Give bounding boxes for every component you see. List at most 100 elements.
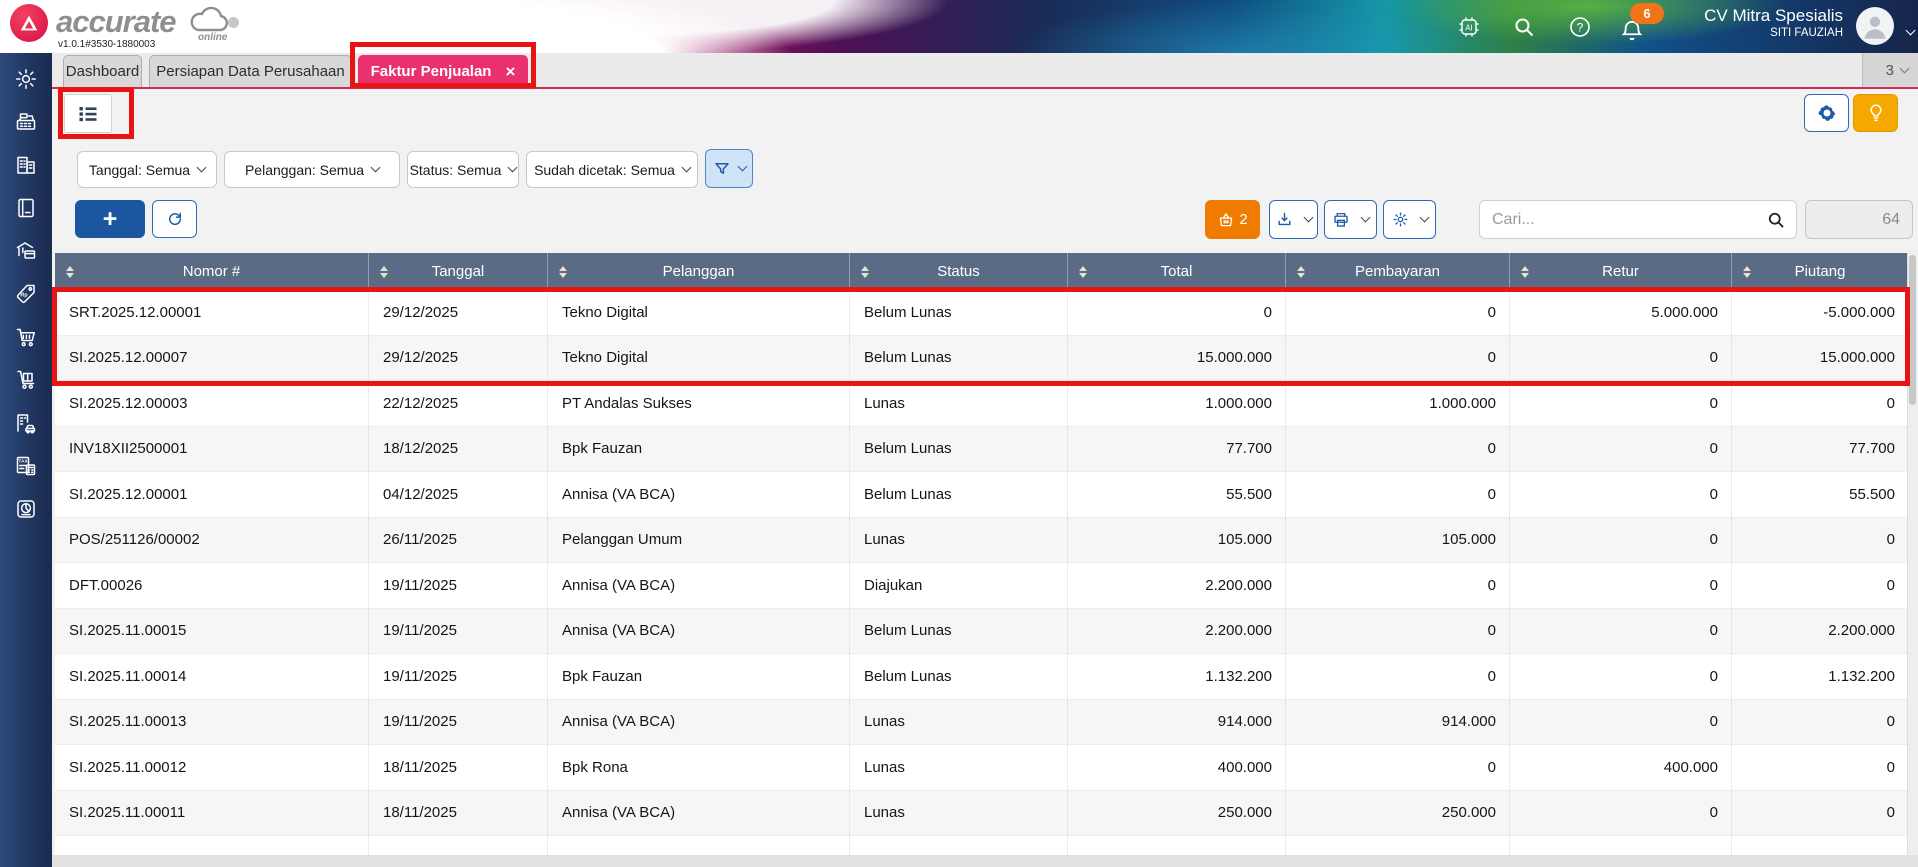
table-row[interactable]: SI.2025.12.00003 22/12/2025 PT Andalas S… <box>55 381 1908 427</box>
cell-nomor[interactable]: SI.2025.11.00012 <box>55 745 368 790</box>
cell-status[interactable]: Diajukan <box>849 563 1067 608</box>
cell-pembayaran[interactable]: 105.000 <box>1285 517 1509 562</box>
cell-retur[interactable]: 0 <box>1509 654 1731 699</box>
refresh-button[interactable] <box>152 200 197 238</box>
cell-tanggal[interactable]: 19/11/2025 <box>368 608 547 653</box>
cell-total[interactable]: 0 <box>1067 290 1285 335</box>
cell-piutang[interactable]: 0 <box>1731 745 1908 790</box>
cell-nomor[interactable]: SI.2025.12.00001 <box>55 472 368 517</box>
cell-pelanggan[interactable]: Bpk Rona <box>547 745 849 790</box>
sidebar-item-tax[interactable]: TAX <box>13 454 39 478</box>
cell-nomor[interactable]: SI.2025.12.00007 <box>55 336 368 381</box>
cell-piutang[interactable]: 55.500 <box>1731 472 1908 517</box>
scrollbar-thumb[interactable] <box>1909 255 1916 405</box>
tips-button[interactable] <box>1853 94 1898 132</box>
sidebar-item-report[interactable] <box>13 497 39 521</box>
table-row[interactable]: INV18XII2500001 18/12/2025 Bpk Fauzan Be… <box>55 426 1908 472</box>
sidebar-item-inventory[interactable] <box>13 368 39 392</box>
cell-nomor[interactable]: SI.2025.11.00015 <box>55 609 368 654</box>
cell-status[interactable]: Belum Lunas <box>849 335 1067 380</box>
cell-pembayaran[interactable]: 914.000 <box>1285 699 1509 744</box>
search-icon[interactable] <box>1766 210 1786 230</box>
sort-icon[interactable] <box>1079 265 1087 278</box>
sidebar-item-company[interactable] <box>13 153 39 177</box>
cell-status[interactable]: Lunas <box>849 790 1067 835</box>
cell-status[interactable]: Lunas <box>849 745 1067 790</box>
cell-retur[interactable]: 400.000 <box>1509 745 1731 790</box>
cell-status[interactable]: Lunas <box>849 699 1067 744</box>
cell-tanggal[interactable]: 29/12/2025 <box>368 335 547 380</box>
cell-piutang[interactable]: 0 <box>1731 563 1908 608</box>
cell-total[interactable]: 1.000.000 <box>1067 381 1285 426</box>
cell-pembayaran[interactable]: 1.000.000 <box>1285 381 1509 426</box>
sidebar-item-cash-bank[interactable] <box>13 239 39 263</box>
download-button[interactable] <box>1269 200 1318 239</box>
cell-status[interactable]: Belum Lunas <box>849 290 1067 335</box>
sidebar-item-ledger[interactable] <box>13 196 39 220</box>
cell-pelanggan[interactable]: Annisa (VA BCA) <box>547 608 849 653</box>
table-row[interactable]: SI.2025.12.00001 04/12/2025 Annisa (VA B… <box>55 472 1908 518</box>
cell-total[interactable]: 15.000.000 <box>1067 335 1285 380</box>
tab-persiapan-data-perusahaan[interactable]: Persiapan Data Perusahaan <box>149 55 352 87</box>
cell-status[interactable]: Belum Lunas <box>849 426 1067 471</box>
global-search-icon[interactable] <box>1510 13 1538 41</box>
cell-pembayaran[interactable]: 0 <box>1285 290 1509 335</box>
table-row[interactable]: SI.2025.11.00014 19/11/2025 Bpk Fauzan B… <box>55 654 1908 700</box>
advanced-filter-button[interactable] <box>705 149 753 188</box>
tab-faktur-penjualan[interactable]: Faktur Penjualan × <box>358 55 528 87</box>
cell-retur[interactable]: 0 <box>1509 517 1731 562</box>
notification-count-badge[interactable]: 6 <box>1630 3 1664 24</box>
cell-pembayaran[interactable]: 250.000 <box>1285 790 1509 835</box>
cell-piutang[interactable]: 0 <box>1731 517 1908 562</box>
cell-pembayaran[interactable]: 0 <box>1285 745 1509 790</box>
column-header[interactable]: Pembayaran <box>1285 253 1509 290</box>
table-row[interactable]: SRT.2025.12.00001 29/12/2025 Tekno Digit… <box>55 290 1908 336</box>
sort-icon[interactable] <box>1297 265 1305 278</box>
cell-tanggal[interactable]: 19/11/2025 <box>368 563 547 608</box>
column-header[interactable]: Total <box>1067 253 1285 290</box>
tab-overflow-count[interactable]: 3 <box>1862 53 1918 87</box>
account-chevron-down-icon[interactable] <box>1899 21 1916 39</box>
cell-pelanggan[interactable]: Bpk Fauzan <box>547 426 849 471</box>
sort-icon[interactable] <box>559 265 567 278</box>
filter-printed-dropdown[interactable]: Sudah dicetak: Semua <box>526 151 698 188</box>
table-row[interactable]: SI.2025.11.00015 19/11/2025 Annisa (VA B… <box>55 608 1908 654</box>
cell-nomor[interactable]: SRT.2025.12.00001 <box>55 290 368 335</box>
cell-pelanggan[interactable]: Annisa (VA BCA) <box>547 699 849 744</box>
cell-piutang[interactable]: 77.700 <box>1731 426 1908 471</box>
cell-total[interactable]: 105.000 <box>1067 517 1285 562</box>
cell-tanggal[interactable]: 18/11/2025 <box>368 790 547 835</box>
cell-tanggal[interactable]: 29/12/2025 <box>368 290 547 335</box>
cell-retur[interactable]: 0 <box>1509 472 1731 517</box>
cell-tanggal[interactable]: 26/11/2025 <box>368 517 547 562</box>
sort-icon[interactable] <box>66 265 74 278</box>
filter-date-dropdown[interactable]: Tanggal: Semua <box>77 151 217 188</box>
cell-pelanggan[interactable]: PT Andalas Sukses <box>547 381 849 426</box>
cell-pelanggan[interactable]: Annisa (VA BCA) <box>547 563 849 608</box>
cell-pembayaran[interactable]: 0 <box>1285 472 1509 517</box>
sort-icon[interactable] <box>380 265 388 278</box>
cell-status[interactable]: Belum Lunas <box>849 654 1067 699</box>
cell-pembayaran[interactable]: 0 <box>1285 654 1509 699</box>
cell-retur[interactable]: 0 <box>1509 563 1731 608</box>
cell-status[interactable]: Lunas <box>849 517 1067 562</box>
search-input[interactable] <box>1480 210 1766 229</box>
table-settings-button[interactable] <box>1383 200 1436 239</box>
cell-pelanggan[interactable]: Annisa (VA BCA) <box>547 790 849 835</box>
cell-retur[interactable]: 0 <box>1509 381 1731 426</box>
cell-total[interactable]: 400.000 <box>1067 745 1285 790</box>
cell-nomor[interactable]: SI.2025.11.00013 <box>55 700 368 745</box>
cell-tanggal[interactable]: 22/12/2025 <box>368 381 547 426</box>
cell-piutang[interactable]: 2.200.000 <box>1731 608 1908 653</box>
cell-pelanggan[interactable]: Annisa (VA BCA) <box>547 472 849 517</box>
cell-retur[interactable]: 5.000.000 <box>1509 290 1731 335</box>
table-row[interactable]: SI.2025.11.00011 18/11/2025 Annisa (VA B… <box>55 790 1908 836</box>
sort-icon[interactable] <box>1521 265 1529 278</box>
filter-customer-dropdown[interactable]: Pelanggan: Semua <box>224 151 400 188</box>
cell-total[interactable]: 2.200.000 <box>1067 563 1285 608</box>
column-header[interactable]: Pelanggan <box>547 253 849 290</box>
column-header[interactable]: Nomor # <box>55 253 368 290</box>
cell-tanggal[interactable]: 19/11/2025 <box>368 654 547 699</box>
cell-total[interactable]: 250.000 <box>1067 790 1285 835</box>
cell-nomor[interactable]: POS/251126/00002 <box>55 518 368 563</box>
